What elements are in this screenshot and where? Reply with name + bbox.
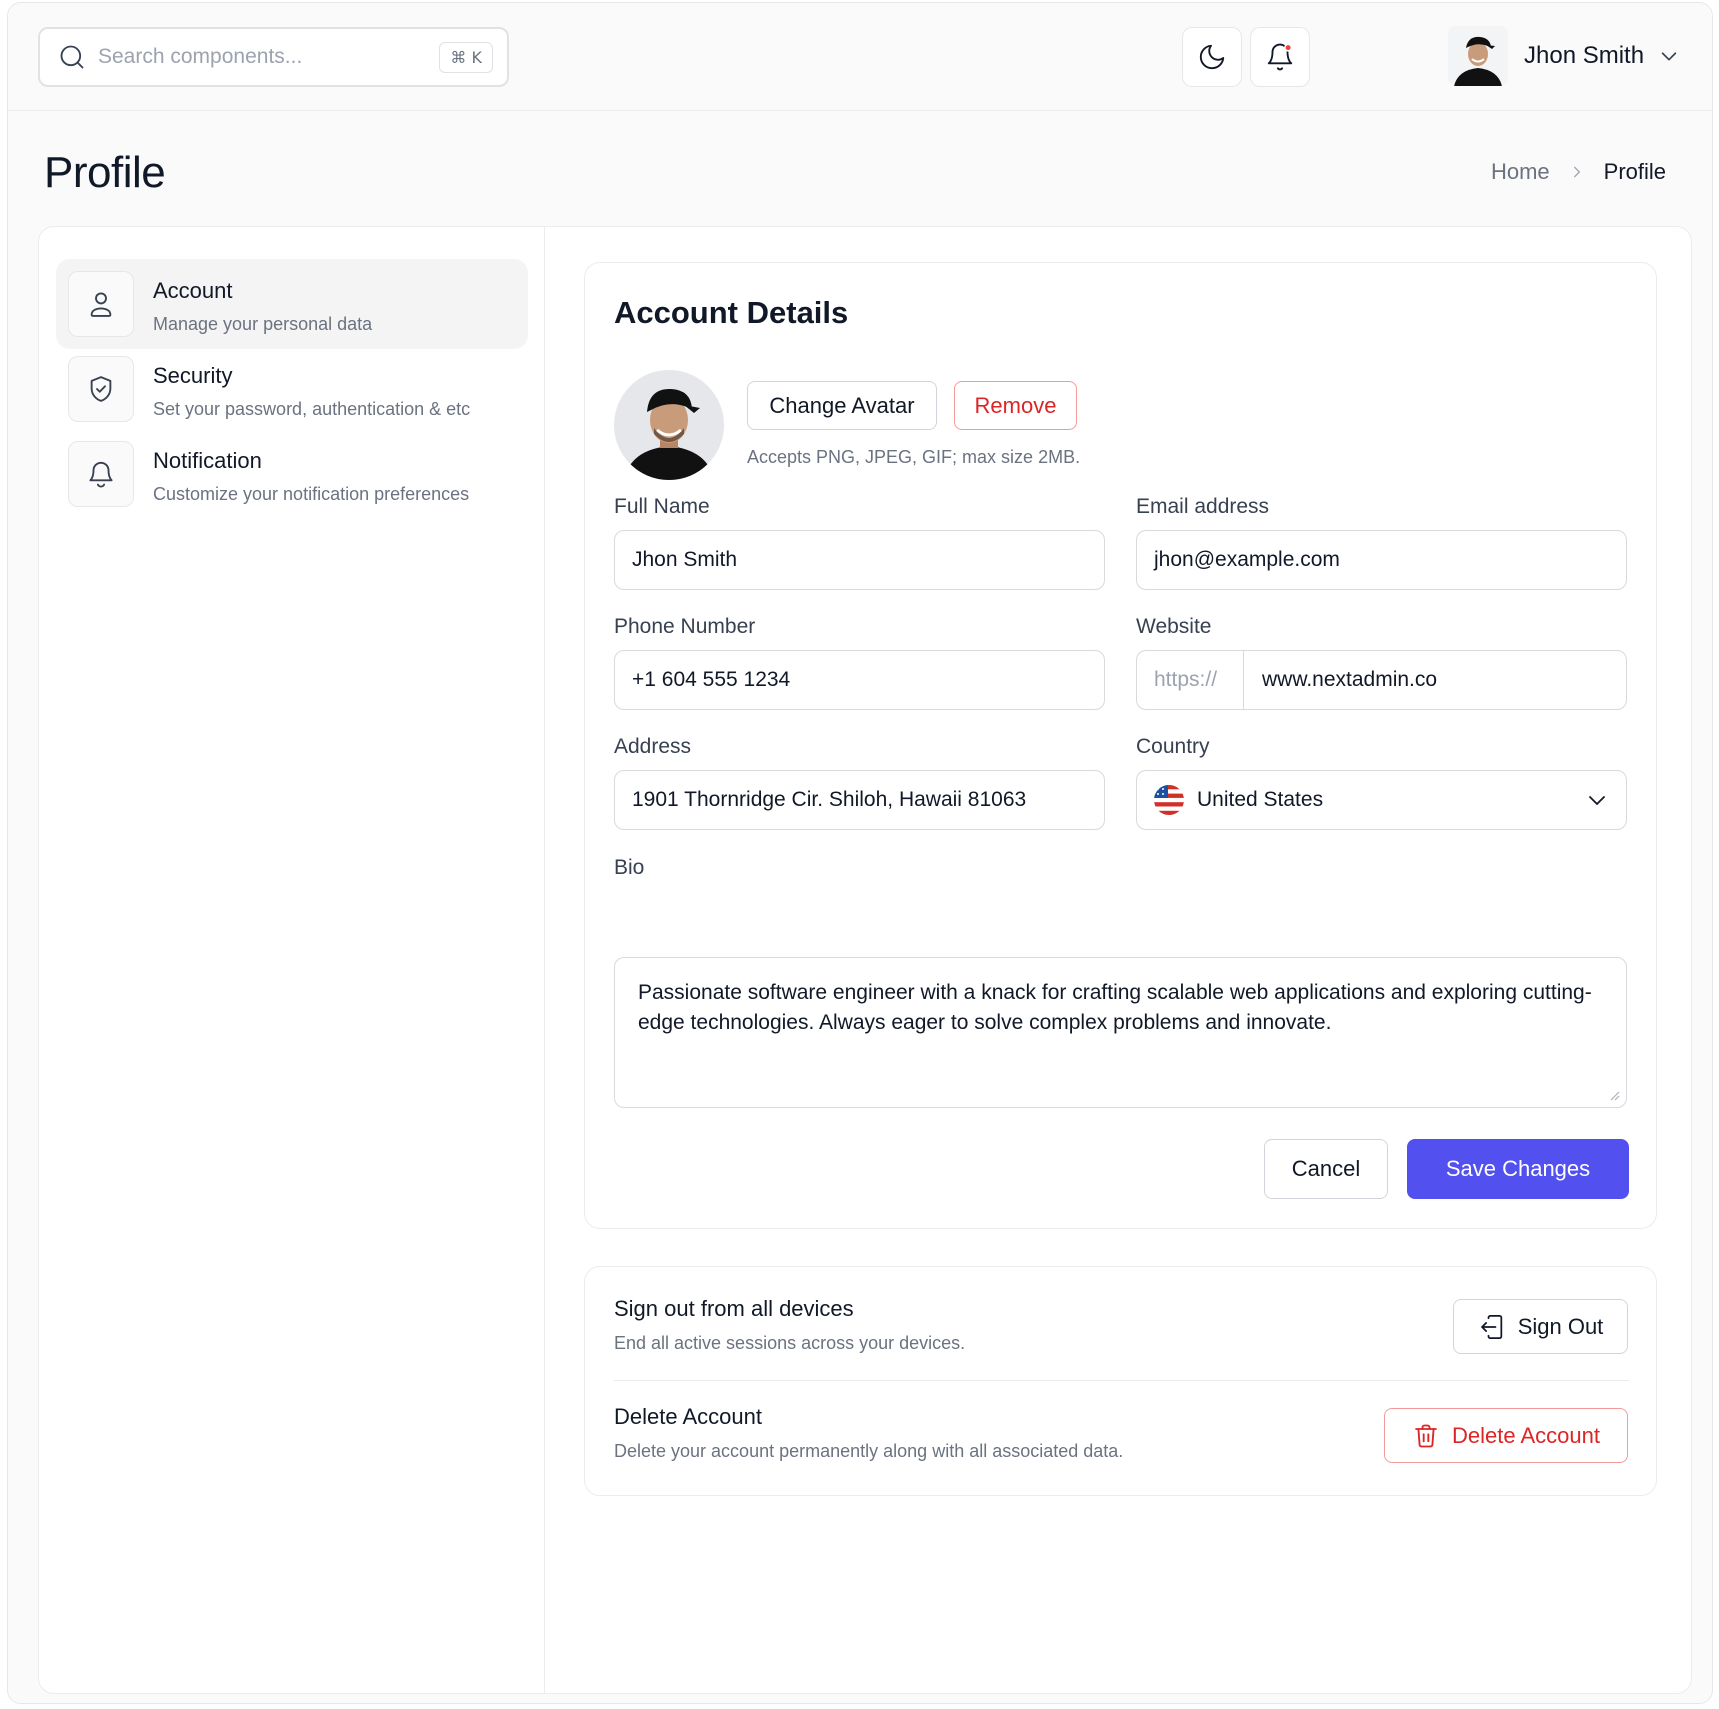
breadcrumb-home[interactable]: Home: [1491, 159, 1550, 185]
shield-check-icon: [90, 376, 112, 402]
settings-panel: Account Manage your personal data Securi…: [38, 226, 1692, 1694]
email-field[interactable]: jhon@example.com: [1136, 530, 1627, 590]
search-shortcut-badge: ⌘ K: [439, 41, 493, 73]
search-icon: [60, 45, 84, 69]
full-name-value: Jhon Smith: [632, 548, 738, 571]
sidebar-icon-box: [68, 356, 134, 422]
notifications-button[interactable]: [1250, 27, 1310, 87]
phone-label: Phone Number: [614, 615, 756, 638]
email-value: jhon@example.com: [1154, 548, 1340, 571]
address-field[interactable]: 1901 Thornridge Cir. Shiloh, Hawaii 8106…: [614, 770, 1105, 830]
search-input[interactable]: Search components... ⌘ K: [38, 27, 509, 87]
sidebar-item-subtitle: Manage your personal data: [153, 314, 373, 334]
sign-out-button[interactable]: Sign Out: [1453, 1299, 1628, 1354]
country-label: Country: [1136, 735, 1210, 758]
bio-textarea[interactable]: Passionate software engineer with a knac…: [614, 957, 1627, 1108]
address-label: Address: [614, 735, 692, 758]
session-account-card: Sign out from all devices End all active…: [584, 1266, 1657, 1496]
card-title: Account Details: [614, 295, 849, 330]
profile-avatar: [614, 370, 724, 480]
divider: [614, 1380, 1629, 1381]
top-bar: Search components... ⌘ K Jhon Smith: [8, 3, 1712, 111]
remove-avatar-button[interactable]: Remove: [954, 381, 1077, 430]
bio-value: Passionate software engineer with a knac…: [638, 981, 1592, 1034]
save-changes-button[interactable]: Save Changes: [1407, 1139, 1629, 1199]
user-name: Jhon Smith: [1524, 42, 1645, 69]
bell-icon: [89, 461, 113, 488]
resize-grip-icon[interactable]: [1608, 1089, 1620, 1101]
sidebar-item-account[interactable]: Account Manage your personal data: [56, 259, 528, 349]
sidebar-icon-box: [68, 441, 134, 507]
user-icon: [90, 292, 112, 317]
sidebar-item-title: Account: [153, 278, 233, 303]
full-name-label: Full Name: [614, 495, 710, 518]
page-title: Profile: [44, 148, 166, 197]
country-select[interactable]: United States: [1136, 770, 1627, 830]
website-label: Website: [1136, 615, 1212, 638]
sidebar-item-title: Notification: [153, 448, 262, 473]
phone-field[interactable]: +1 604 555 1234: [614, 650, 1105, 710]
bell-icon: [1267, 43, 1293, 71]
phone-value: +1 604 555 1234: [632, 668, 791, 691]
avatar-hint: Accepts PNG, JPEG, GIF; max size 2MB.: [747, 447, 1081, 467]
chevron-right-icon: [1573, 166, 1580, 178]
website-prefix: https://: [1137, 651, 1244, 709]
full-name-field[interactable]: Jhon Smith: [614, 530, 1105, 590]
notification-dot: [1284, 43, 1293, 52]
sign-out-icon: [1480, 1314, 1502, 1339]
sidebar-item-security[interactable]: Security Set your password, authenticati…: [56, 344, 528, 434]
sidebar-item-notification[interactable]: Notification Customize your notification…: [56, 429, 528, 519]
delete-account-button[interactable]: Delete Account: [1384, 1408, 1628, 1463]
account-details-card: Account Details Change Avatar Remove Acc…: [584, 262, 1657, 1229]
moon-icon: [1199, 44, 1225, 70]
settings-sidebar: Account Manage your personal data Securi…: [39, 227, 545, 1693]
bio-label: Bio: [614, 856, 645, 879]
website-value: www.nextadmin.co: [1262, 668, 1438, 691]
avatar: [1448, 26, 1508, 86]
breadcrumb-current: Profile: [1603, 159, 1666, 184]
trash-icon: [1415, 1424, 1437, 1447]
search-placeholder: Search components...: [98, 45, 303, 68]
email-label: Email address: [1136, 495, 1270, 518]
delete-account-label: Delete Account: [1452, 1422, 1600, 1448]
us-flag-icon: [1154, 785, 1184, 815]
chevron-down-icon: [1661, 52, 1677, 61]
chevron-down-icon: [1589, 796, 1605, 805]
country-value: United States: [1197, 788, 1324, 811]
sidebar-icon-box: [68, 271, 134, 337]
cancel-button[interactable]: Cancel: [1264, 1139, 1388, 1199]
user-menu[interactable]: Jhon Smith: [1448, 25, 1680, 87]
website-field[interactable]: https:// www.nextadmin.co: [1136, 650, 1627, 710]
change-avatar-button[interactable]: Change Avatar: [747, 381, 937, 430]
theme-toggle-button[interactable]: [1182, 27, 1242, 87]
address-value: 1901 Thornridge Cir. Shiloh, Hawaii 8106…: [632, 788, 1027, 811]
sidebar-item-subtitle: Customize your notification preferences: [153, 484, 470, 504]
sidebar-item-subtitle: Set your password, authentication & etc: [153, 399, 471, 419]
breadcrumb: Home Profile: [1491, 159, 1666, 185]
sign-out-label: Sign Out: [1517, 1313, 1604, 1339]
sidebar-item-title: Security: [153, 363, 233, 388]
app-window: Search components... ⌘ K Jhon Smith Prof…: [7, 2, 1713, 1704]
